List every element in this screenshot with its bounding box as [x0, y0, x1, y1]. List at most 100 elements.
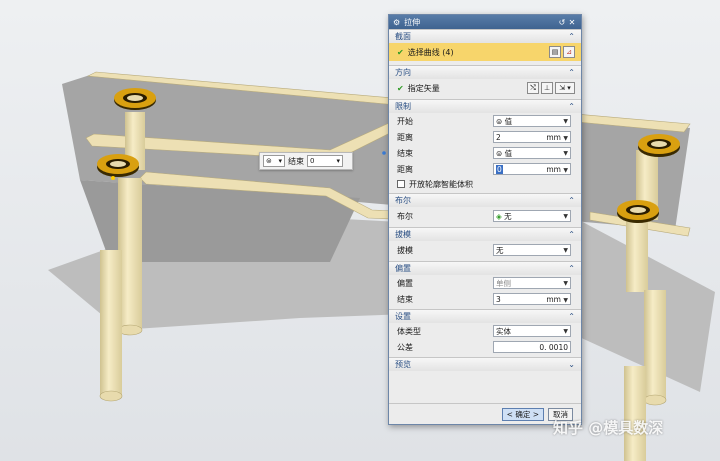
body-type-value: 实体: [496, 326, 511, 336]
mini-end-input[interactable]: 0 ▾: [307, 155, 343, 167]
vector-dialog-icon[interactable]: ⊥: [541, 82, 553, 94]
pin-7: [624, 366, 646, 461]
tolerance-row: 公差 0. 0010: [389, 339, 581, 355]
boolean-value: 无: [504, 211, 512, 221]
tolerance-label: 公差: [397, 342, 413, 352]
sketch-section-icon[interactable]: ⊿: [563, 46, 575, 58]
section-preview-title: 预览: [395, 360, 411, 369]
close-icon[interactable]: ✕: [567, 18, 577, 27]
ok-button[interactable]: < 确定 >: [501, 407, 544, 421]
mini-end-value: 0: [310, 157, 315, 165]
draft-value: 无: [496, 245, 504, 255]
distance2-label: 距离: [397, 164, 413, 174]
check-icon: ✔: [397, 47, 404, 57]
offset-label: 偏置: [397, 278, 413, 288]
value-icon: ⊜: [496, 148, 505, 158]
section-settings-header[interactable]: 设置 ⌃: [389, 309, 581, 323]
offset-end-input[interactable]: 3 mm ▼: [493, 293, 571, 305]
boolean-row: 布尔 ◈ 无 ▼: [389, 207, 581, 225]
collapse-icon[interactable]: ⌃: [568, 264, 575, 273]
collapse-icon[interactable]: ⌃: [568, 68, 575, 77]
section-limits-title: 限制: [395, 102, 411, 111]
reset-icon[interactable]: ↺: [557, 18, 567, 27]
body-type-select[interactable]: 实体 ▼: [493, 325, 571, 337]
offset-row: 偏置 单侧 ▼: [389, 275, 581, 291]
dialog-title: 拉伸: [404, 17, 421, 27]
offset-end-row: 结束 3 mm ▼: [389, 291, 581, 307]
section-limits-header[interactable]: 限制 ⌃: [389, 99, 581, 113]
check-icon: ✔: [397, 83, 404, 93]
gear-icon[interactable]: ⚙: [393, 18, 400, 27]
select-curve-row[interactable]: ✔ 选择曲线 (4) ▤ ⊿: [389, 43, 581, 61]
section-draft-header[interactable]: 拔模 ⌃: [389, 227, 581, 241]
section-preview-header[interactable]: 预览 ⌄: [389, 357, 581, 371]
vector-type-icon[interactable]: ⇲ ▾: [555, 82, 575, 94]
open-profile-row[interactable]: 开放轮廓智能体积: [389, 177, 581, 191]
offset-select[interactable]: 单侧 ▼: [493, 277, 571, 289]
distance2-row: 距离 0 mm ▼: [389, 161, 581, 177]
section-boolean-header[interactable]: 布尔 ⌃: [389, 193, 581, 207]
open-profile-checkbox[interactable]: [397, 180, 405, 188]
collapse-icon[interactable]: ⌃: [568, 32, 575, 41]
section-builder-icon[interactable]: ▤: [549, 46, 561, 58]
start-label: 开始: [397, 116, 413, 126]
chevron-down-icon: ▼: [563, 134, 568, 142]
start-type-select[interactable]: ⊜ 值 ▼: [493, 115, 571, 127]
section-draft-title: 拔模: [395, 230, 411, 239]
chevron-down-icon: ▾: [336, 157, 340, 165]
watermark: 知乎 @模具数深: [553, 419, 664, 437]
mini-end-label: 结束: [288, 156, 304, 166]
mini-end-type-select[interactable]: ⊜ ▾: [263, 155, 285, 167]
chevron-down-icon: ▼: [563, 212, 568, 220]
section-boolean-title: 布尔: [395, 196, 411, 205]
draft-select[interactable]: 无 ▼: [493, 244, 571, 256]
specify-vector-row[interactable]: ✔ 指定矢量 ⤭ ⊥ ⇲ ▾: [389, 79, 581, 97]
distance1-label: 距离: [397, 132, 413, 142]
offset-end-label: 结束: [397, 294, 413, 304]
chevron-down-icon: ▼: [563, 327, 568, 335]
reverse-direction-icon[interactable]: ⤭: [527, 82, 539, 94]
draft-label: 拔模: [397, 245, 413, 255]
section-profile-header[interactable]: 截面 ⌃: [389, 29, 581, 43]
section-offset-header[interactable]: 偏置 ⌃: [389, 261, 581, 275]
tolerance-input[interactable]: 0. 0010: [493, 341, 571, 353]
value-icon: ⊜: [496, 116, 505, 126]
distance2-unit: mm: [546, 164, 561, 174]
extrude-dialog: ⚙ 拉伸 ↺ ✕ 截面 ⌃ ✔ 选择曲线 (4) ▤ ⊿ 方向 ⌃ ✔ 指定矢量…: [388, 14, 582, 425]
pin-6-end: [643, 394, 667, 406]
distance2-input[interactable]: 0 mm ▼: [493, 163, 571, 175]
distance1-input[interactable]: 2 mm ▼: [493, 131, 571, 143]
expand-icon[interactable]: ⌄: [568, 360, 575, 369]
distance1-unit: mm: [546, 132, 561, 142]
collapse-icon[interactable]: ⌃: [568, 312, 575, 321]
dialog-titlebar[interactable]: ⚙ 拉伸 ↺ ✕: [389, 15, 581, 29]
pin-3: [100, 250, 122, 396]
start-row: 开始 ⊜ 值 ▼: [389, 113, 581, 129]
section-settings-title: 设置: [395, 312, 411, 321]
handle-dot[interactable]: [382, 151, 386, 155]
end-row: 结束 ⊜ 值 ▼: [389, 145, 581, 161]
boolean-label: 布尔: [397, 211, 413, 221]
end-type-select[interactable]: ⊜ 值 ▼: [493, 147, 571, 159]
chevron-down-icon: ▼: [563, 149, 568, 157]
offset-value: 单侧: [496, 278, 511, 288]
body-type-label: 体类型: [397, 326, 421, 336]
open-profile-label: 开放轮廓智能体积: [409, 179, 473, 189]
collapse-icon[interactable]: ⌃: [568, 230, 575, 239]
boolean-select[interactable]: ◈ 无 ▼: [493, 210, 571, 222]
section-offset-title: 偏置: [395, 264, 411, 273]
pin-5: [626, 222, 648, 292]
section-direction-header[interactable]: 方向 ⌃: [389, 65, 581, 79]
draft-row: 拔模 无 ▼: [389, 241, 581, 259]
cad-viewport[interactable]: [0, 0, 720, 461]
offset-end-value: 3: [496, 294, 501, 304]
collapse-icon[interactable]: ⌃: [568, 102, 575, 111]
bushing-2: [97, 154, 139, 177]
chevron-down-icon: ▼: [563, 279, 568, 287]
collapse-icon[interactable]: ⌃: [568, 196, 575, 205]
distance1-value: 2: [496, 132, 501, 142]
section-profile-title: 截面: [395, 32, 411, 41]
end-label: 结束: [397, 148, 413, 158]
chevron-down-icon: ▼: [563, 296, 568, 304]
distance1-row: 距离 2 mm ▼: [389, 129, 581, 145]
